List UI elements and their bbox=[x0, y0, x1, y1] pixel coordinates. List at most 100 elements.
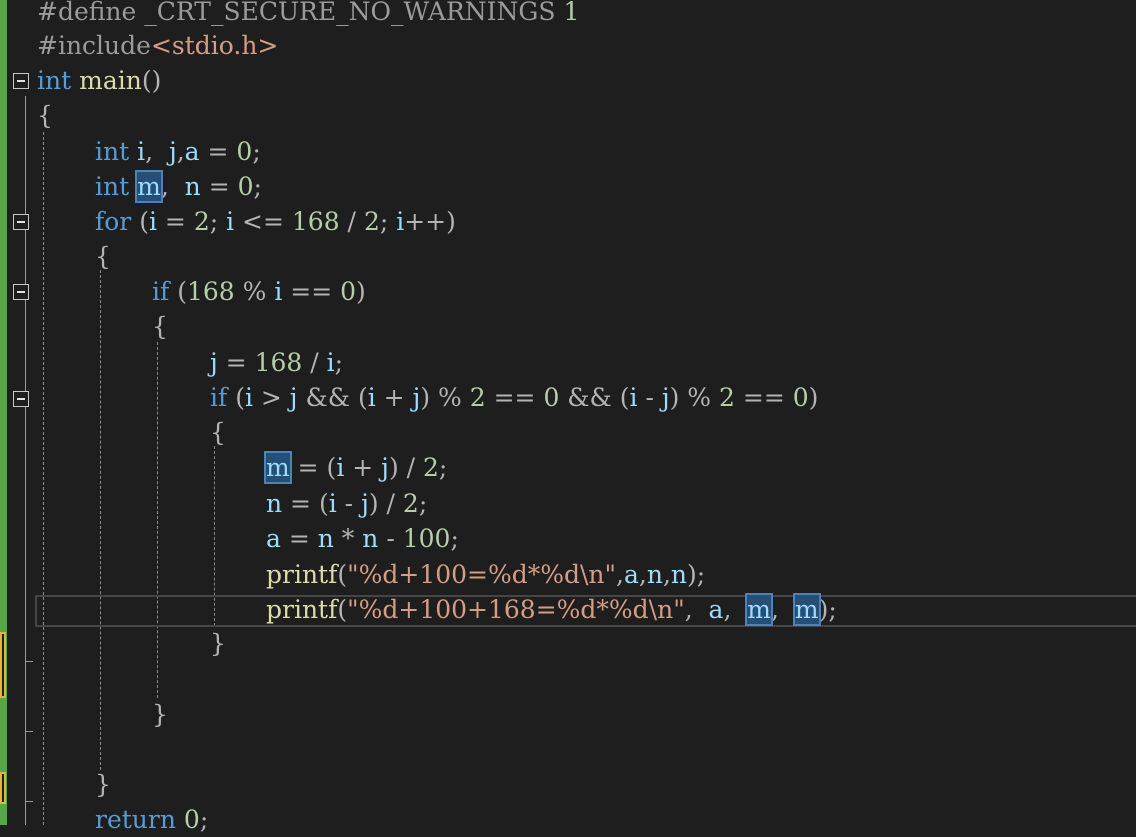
collapse-icon[interactable] bbox=[13, 214, 29, 230]
code-token: 2 bbox=[363, 207, 380, 236]
code-token: 2 bbox=[469, 383, 486, 412]
code-token: _CRT_SECURE_NO_WARNINGS bbox=[144, 0, 556, 26]
code-token: ) bbox=[808, 383, 819, 412]
code-token: && ( bbox=[297, 383, 368, 412]
code-token: i bbox=[367, 383, 376, 412]
code-token: m bbox=[264, 451, 292, 484]
code-token: a bbox=[266, 524, 281, 553]
code-token: printf bbox=[266, 595, 338, 624]
code-token: ++) bbox=[404, 207, 456, 236]
code-token: , bbox=[662, 560, 671, 589]
code-token: () bbox=[141, 66, 162, 95]
code-line[interactable]: n = (i - j) / 2; bbox=[266, 487, 427, 521]
code-token: i bbox=[326, 348, 335, 377]
code-token: = ( bbox=[289, 453, 337, 482]
code-line[interactable]: m = (i + j) / 2; bbox=[264, 451, 447, 485]
code-token: "%d+100=%d*%d\n" bbox=[347, 560, 617, 589]
code-token: , bbox=[616, 560, 624, 589]
code-token: ) % bbox=[420, 383, 470, 412]
code-token: a bbox=[624, 560, 639, 589]
code-token: 1 bbox=[555, 0, 580, 26]
outline-line bbox=[25, 96, 26, 825]
code-token: ( bbox=[337, 595, 348, 624]
code-line[interactable]: int m, n = 0; bbox=[95, 170, 262, 204]
code-token: && ( bbox=[559, 383, 630, 412]
code-line[interactable]: printf("%d+100=%d*%d\n",a,n,n); bbox=[266, 558, 705, 592]
code-token: ( bbox=[169, 277, 187, 306]
unsaved-change-marker bbox=[0, 632, 6, 698]
code-line[interactable]: if (i > j && (i + j) % 2 == 0 && (i - j)… bbox=[210, 381, 818, 415]
code-line[interactable]: int i, j,a = 0; bbox=[95, 135, 261, 169]
change-indicator-bar bbox=[0, 0, 7, 825]
code-token: printf bbox=[266, 560, 338, 589]
code-token: ; bbox=[379, 207, 397, 236]
code-token: ) % bbox=[669, 383, 720, 412]
code-token: { bbox=[210, 418, 226, 447]
code-line[interactable]: #include<stdio.h> bbox=[37, 29, 278, 63]
code-token: n bbox=[362, 524, 379, 553]
code-token: ; bbox=[418, 489, 428, 518]
code-token: m bbox=[135, 170, 163, 203]
code-token: ( bbox=[337, 560, 348, 589]
code-line[interactable]: printf("%d+100+168=%d*%d\n", a, m, m); bbox=[266, 593, 837, 627]
code-token: #include bbox=[37, 31, 151, 60]
code-token: if bbox=[152, 277, 170, 306]
code-token: { bbox=[152, 312, 168, 341]
code-token: 168 bbox=[186, 277, 235, 306]
code-line[interactable]: return 0; bbox=[95, 803, 208, 837]
code-token: } bbox=[210, 629, 226, 658]
collapse-icon[interactable] bbox=[13, 284, 29, 300]
code-token: 100 bbox=[402, 524, 451, 553]
collapse-icon[interactable] bbox=[13, 391, 29, 407]
code-line[interactable]: a = n * n - 100; bbox=[266, 522, 459, 556]
code-token: return bbox=[95, 805, 176, 834]
code-line[interactable]: int main() bbox=[37, 64, 161, 98]
code-token: j bbox=[661, 383, 670, 412]
code-editor[interactable]: #define _CRT_SECURE_NO_WARNINGS 1 #includ… bbox=[0, 0, 1136, 834]
code-line[interactable]: { bbox=[152, 310, 168, 344]
code-token: 2 bbox=[719, 383, 735, 412]
code-token: n bbox=[670, 560, 688, 589]
code-line[interactable]: if (168 % i == 0) bbox=[152, 275, 366, 309]
collapse-icon[interactable] bbox=[13, 73, 29, 89]
code-token: ); bbox=[818, 595, 837, 624]
code-line[interactable]: { bbox=[37, 99, 53, 133]
code-line[interactable]: { bbox=[95, 240, 111, 274]
code-token: } bbox=[95, 770, 111, 799]
code-token: = bbox=[280, 524, 318, 553]
code-token: i bbox=[629, 383, 638, 412]
code-token: ; bbox=[252, 137, 261, 166]
code-line[interactable]: } bbox=[95, 768, 111, 802]
code-token: j bbox=[381, 453, 389, 482]
code-token: ; bbox=[253, 172, 262, 201]
indent-guide bbox=[43, 132, 44, 825]
code-line[interactable]: #define _CRT_SECURE_NO_WARNINGS 1 bbox=[37, 0, 579, 29]
code-line[interactable]: j = 168 / i; bbox=[210, 346, 343, 380]
code-line[interactable]: } bbox=[152, 698, 168, 732]
code-token: 0 bbox=[237, 172, 254, 201]
code-token: j bbox=[210, 348, 218, 377]
code-token: > bbox=[252, 383, 290, 412]
code-token: 168 bbox=[254, 348, 303, 377]
code-line[interactable]: } bbox=[210, 627, 226, 661]
code-token: 2 bbox=[193, 207, 210, 236]
code-token: ; bbox=[450, 524, 459, 553]
code-token: n bbox=[184, 172, 201, 201]
code-line[interactable]: { bbox=[210, 416, 226, 450]
code-token: a bbox=[184, 137, 200, 166]
code-token: , bbox=[145, 137, 169, 166]
code-token: int bbox=[95, 137, 130, 166]
code-token: , bbox=[638, 560, 647, 589]
outline-tick bbox=[25, 661, 33, 662]
code-line[interactable]: for (i = 2; i <= 168 / 2; i++) bbox=[95, 205, 456, 239]
code-token: ; bbox=[199, 805, 209, 834]
code-token: 0 bbox=[183, 805, 200, 834]
code-token: - bbox=[336, 489, 362, 518]
code-token: i bbox=[226, 207, 235, 236]
code-token: , bbox=[723, 595, 748, 624]
code-token: == bbox=[734, 383, 793, 412]
code-token: , bbox=[160, 172, 185, 201]
